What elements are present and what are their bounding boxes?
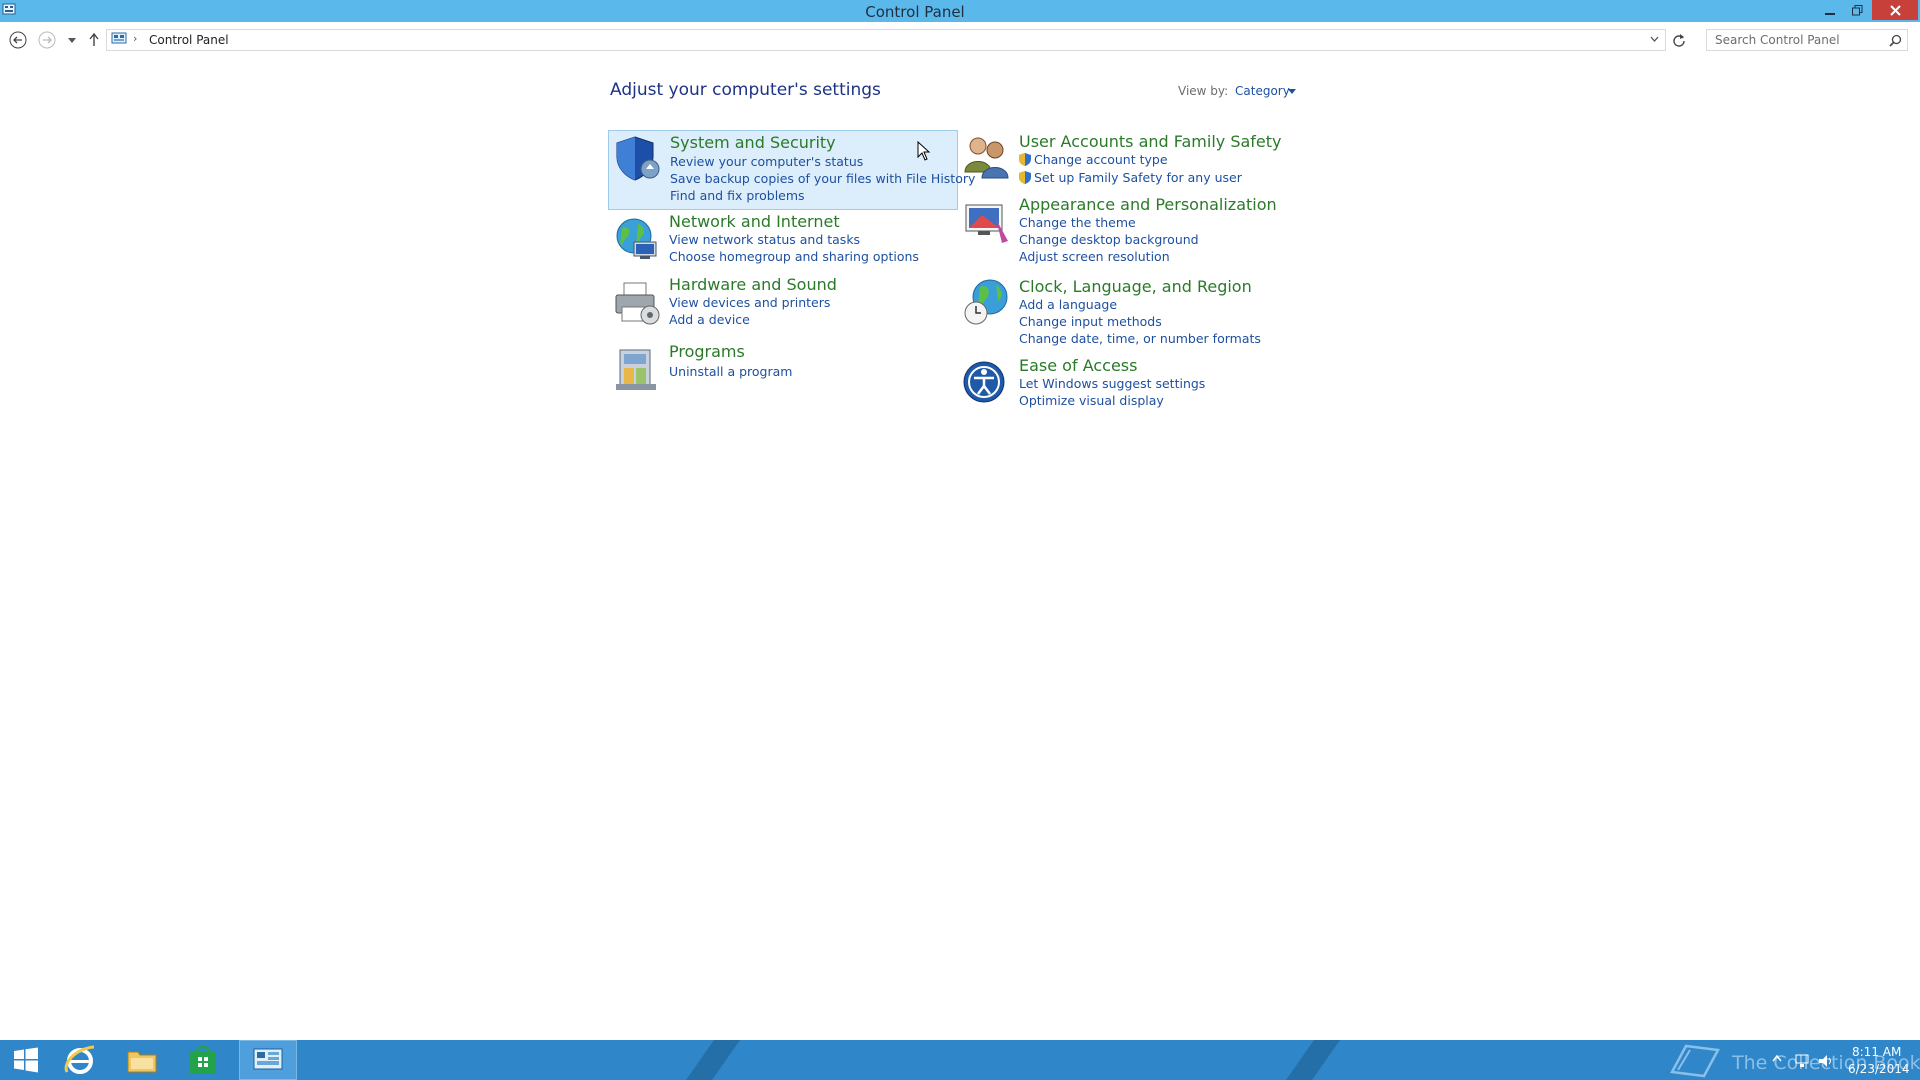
view-by-chevron-down-icon[interactable] xyxy=(1288,89,1296,94)
ease-of-access-icon xyxy=(963,361,1005,403)
link-change-theme[interactable]: Change the theme xyxy=(1019,215,1136,230)
breadcrumb-chevron-icon[interactable]: › xyxy=(133,32,137,45)
page-heading: Adjust your computer's settings xyxy=(610,80,881,100)
link-file-history[interactable]: Save backup copies of your files with Fi… xyxy=(670,171,975,186)
link-change-account-type[interactable]: Change account type xyxy=(1019,152,1168,167)
taskbar-control-panel[interactable] xyxy=(239,1040,297,1080)
link-family-safety[interactable]: Set up Family Safety for any user xyxy=(1019,170,1242,185)
mouse-cursor-icon xyxy=(917,141,931,161)
file-explorer-icon xyxy=(127,1051,157,1073)
volume-icon[interactable] xyxy=(1818,1054,1834,1068)
category-title[interactable]: Programs xyxy=(669,342,745,361)
link-screen-resolution[interactable]: Adjust screen resolution xyxy=(1019,249,1170,264)
forward-button[interactable] xyxy=(37,30,57,50)
minimize-button[interactable] xyxy=(1817,0,1843,20)
search-placeholder: Search Control Panel xyxy=(1715,33,1840,47)
view-by-label: View by: xyxy=(1178,84,1229,98)
uac-shield-icon xyxy=(1019,153,1031,166)
link-network-status[interactable]: View network status and tasks xyxy=(669,232,860,247)
printer-icon xyxy=(615,282,660,325)
link-desktop-background[interactable]: Change desktop background xyxy=(1019,232,1199,247)
link-devices-printers[interactable]: View devices and printers xyxy=(669,295,830,310)
category-title[interactable]: Appearance and Personalization xyxy=(1019,195,1277,214)
category-title[interactable]: Hardware and Sound xyxy=(669,275,837,294)
programs-icon xyxy=(616,349,656,390)
taskbar-decoration xyxy=(685,1040,741,1080)
category-title[interactable]: System and Security xyxy=(670,133,836,152)
clock-time[interactable]: 8:11 AM xyxy=(1852,1045,1901,1059)
clock-globe-icon xyxy=(964,279,1008,325)
window-title: Control Panel xyxy=(865,3,965,21)
category-clock-language-region[interactable]: Clock, Language, and Region Add a langua… xyxy=(958,275,1308,355)
title-bar: Control Panel xyxy=(0,0,1920,22)
taskbar: The Collection Book 8:11 AM 6/23/2014 xyxy=(0,1040,1920,1080)
link-uninstall-program[interactable]: Uninstall a program xyxy=(669,364,792,379)
back-arrow-icon xyxy=(9,31,27,49)
watermark-book-icon xyxy=(1670,1044,1720,1078)
close-icon xyxy=(1889,4,1901,16)
category-ease-of-access[interactable]: Ease of Access Let Windows suggest setti… xyxy=(958,356,1308,436)
security-shield-icon xyxy=(616,136,660,181)
link-label: Set up Family Safety for any user xyxy=(1034,170,1242,185)
taskbar-file-explorer[interactable] xyxy=(120,1040,164,1080)
users-icon xyxy=(964,137,1009,179)
network-tray-icon[interactable] xyxy=(1794,1054,1810,1068)
link-review-status[interactable]: Review your computer's status xyxy=(670,154,863,169)
category-title[interactable]: Network and Internet xyxy=(669,212,840,231)
recent-locations-button[interactable] xyxy=(65,34,79,48)
taskbar-decoration xyxy=(1285,1040,1341,1080)
link-suggest-settings[interactable]: Let Windows suggest settings xyxy=(1019,376,1205,391)
link-add-language[interactable]: Add a language xyxy=(1019,297,1117,312)
category-title[interactable]: Ease of Access xyxy=(1019,356,1137,375)
minimize-icon xyxy=(1825,13,1835,15)
start-icon xyxy=(14,1047,38,1073)
restore-button[interactable] xyxy=(1844,0,1870,20)
link-optimize-display[interactable]: Optimize visual display xyxy=(1019,393,1164,408)
search-input[interactable]: Search Control Panel xyxy=(1706,29,1908,51)
link-label: Change account type xyxy=(1034,152,1168,167)
link-input-methods[interactable]: Change input methods xyxy=(1019,314,1162,329)
back-button[interactable] xyxy=(8,30,28,50)
navigation-bar: › Control Panel Search Control Panel xyxy=(0,22,1920,58)
category-system-and-security[interactable]: System and Security Review your computer… xyxy=(608,130,975,210)
close-button[interactable] xyxy=(1872,0,1918,20)
control-panel-icon xyxy=(111,32,127,44)
clock-date[interactable]: 6/23/2014 xyxy=(1848,1062,1910,1076)
category-title[interactable]: Clock, Language, and Region xyxy=(1019,277,1252,296)
taskbar-internet-explorer[interactable] xyxy=(58,1040,102,1080)
forward-arrow-icon xyxy=(38,31,56,49)
category-appearance[interactable]: Appearance and Personalization Change th… xyxy=(958,195,1308,275)
restore-icon xyxy=(1851,4,1862,15)
store-icon xyxy=(190,1045,216,1074)
address-history-dropdown-icon[interactable] xyxy=(1650,34,1659,43)
show-hidden-icons-chevron-icon[interactable] xyxy=(1772,1054,1782,1062)
link-homegroup-sharing[interactable]: Choose homegroup and sharing options xyxy=(669,249,919,264)
refresh-icon[interactable] xyxy=(1672,33,1686,47)
start-button[interactable] xyxy=(6,1040,46,1080)
chevron-down-icon xyxy=(68,38,76,43)
appearance-icon xyxy=(965,204,1008,243)
network-globe-icon xyxy=(616,218,657,259)
taskbar-store[interactable] xyxy=(181,1040,225,1080)
link-add-device[interactable]: Add a device xyxy=(669,312,750,327)
link-date-time-formats[interactable]: Change date, time, or number formats xyxy=(1019,331,1261,346)
category-programs[interactable]: Programs Uninstall a program xyxy=(608,342,958,422)
category-title[interactable]: User Accounts and Family Safety xyxy=(1019,132,1282,151)
address-bar[interactable]: › Control Panel xyxy=(106,29,1666,51)
uac-shield-icon xyxy=(1019,171,1031,184)
up-arrow-icon xyxy=(89,33,99,46)
breadcrumb-control-panel[interactable]: Control Panel xyxy=(149,33,229,47)
search-icon[interactable] xyxy=(1889,34,1902,47)
internet-explorer-icon xyxy=(64,1045,95,1074)
view-by-dropdown[interactable]: Category xyxy=(1235,84,1290,98)
link-find-fix-problems[interactable]: Find and fix problems xyxy=(670,188,805,203)
control-panel-icon xyxy=(253,1048,283,1070)
up-button[interactable] xyxy=(86,31,102,49)
